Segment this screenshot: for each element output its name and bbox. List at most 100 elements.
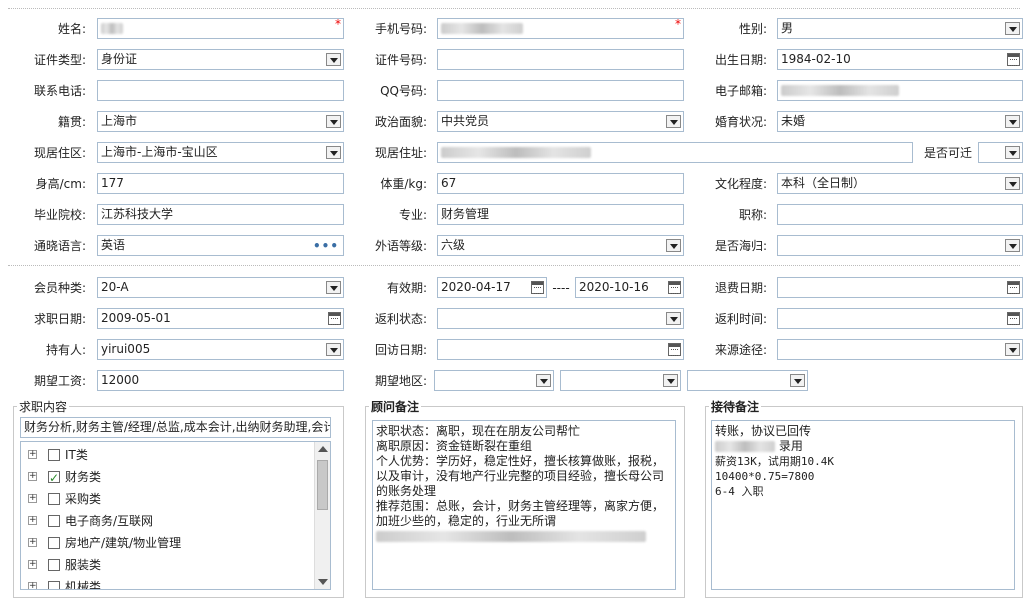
scroll-down-icon[interactable] [318, 579, 328, 585]
valid-from-value: 2020-04-17 [441, 280, 511, 294]
name-field[interactable] [97, 18, 344, 39]
checkbox[interactable] [48, 559, 60, 571]
native-select[interactable]: 上海市 [97, 111, 344, 132]
tree-item-finance[interactable]: + 财务类 [21, 466, 311, 489]
reception-note-line: 6-4 入职 [715, 485, 764, 498]
birth-date-field[interactable]: 1984-02-10 [777, 49, 1023, 70]
rebate-time-field[interactable] [777, 308, 1023, 329]
checkbox[interactable] [48, 449, 60, 461]
refund-date-field[interactable] [777, 277, 1023, 298]
consultant-notes-title: 顾问备注 [369, 398, 422, 415]
source-select[interactable] [777, 339, 1023, 360]
lang-field[interactable]: 英语 ••• [97, 235, 344, 256]
phone-field[interactable] [437, 18, 684, 39]
calendar-icon[interactable] [328, 312, 341, 325]
tree-item-apparel[interactable]: + 服装类 [21, 554, 311, 576]
tree-item-machinery[interactable]: + 机械类 [21, 576, 311, 589]
school-value: 江苏科技大学 [101, 207, 174, 221]
lang-level-select[interactable]: 六级 [437, 235, 684, 256]
checkbox-checked[interactable] [48, 467, 60, 489]
more-options-icon[interactable]: ••• [313, 237, 339, 255]
tree-item-realestate[interactable]: + 房地产/建筑/物业管理 [21, 532, 311, 554]
job-summary-value: 财务分析,财务主管/经理/总监,成本会计,出纳财务助理,会计 [24, 420, 331, 434]
email-field[interactable] [777, 80, 1023, 101]
marital-select[interactable]: 未婚 [777, 111, 1023, 132]
rebate-status-select[interactable] [437, 308, 684, 329]
refund-date-label: 退费日期: [714, 281, 767, 295]
edu-value: 本科（全日制） [781, 176, 866, 190]
reception-note-line: 转账，协议已回传 [715, 424, 812, 438]
holder-value: yirui005 [101, 342, 151, 356]
calendar-icon[interactable] [1007, 281, 1020, 294]
checkbox[interactable] [48, 537, 60, 549]
expand-icon[interactable]: + [28, 582, 37, 589]
contact-field[interactable] [97, 80, 344, 101]
expand-icon[interactable]: + [28, 450, 37, 459]
job-date-field[interactable]: 2009-05-01 [97, 308, 344, 329]
id-type-select[interactable]: 身份证 [97, 49, 344, 70]
reception-note-line: 录用 [715, 439, 1011, 454]
expand-icon[interactable]: + [28, 538, 37, 547]
overseas-label: 是否海归: [714, 239, 767, 253]
basic-info-section [8, 8, 1020, 266]
area-province-select[interactable] [434, 370, 554, 391]
chevron-down-icon [1005, 239, 1020, 252]
height-field[interactable]: 177 [97, 173, 344, 194]
school-label: 毕业院校: [33, 208, 86, 222]
tree-item-label: 财务类 [65, 470, 102, 484]
consultant-notes-textarea[interactable]: 求职状态：离职，现在在朋友公司帮忙 离职原因：资金链断裂在重组 个人优势：学历好，稳… [372, 420, 676, 590]
redacted-name [101, 23, 123, 34]
calendar-icon[interactable] [1007, 53, 1020, 66]
visit-date-field[interactable] [437, 339, 684, 360]
tree-scrollbar[interactable] [314, 442, 330, 589]
chevron-down-icon [326, 53, 341, 66]
valid-from-field[interactable]: 2020-04-17 [437, 277, 547, 298]
birth-label: 出生日期: [714, 53, 767, 67]
tree-item-label: IT类 [65, 448, 88, 462]
address-field[interactable] [437, 142, 913, 163]
expand-icon[interactable]: + [28, 560, 37, 569]
calendar-icon[interactable] [1007, 312, 1020, 325]
member-type-select[interactable]: 20-A [97, 277, 344, 298]
scroll-up-icon[interactable] [318, 446, 328, 452]
job-content-title: 求职内容 [17, 398, 70, 415]
salary-field[interactable]: 12000 [97, 370, 344, 391]
edu-select[interactable]: 本科（全日制） [777, 173, 1023, 194]
migrate-select[interactable] [978, 142, 1023, 163]
weight-field[interactable]: 67 [437, 173, 684, 194]
political-select[interactable]: 中共党员 [437, 111, 684, 132]
school-field[interactable]: 江苏科技大学 [97, 204, 344, 225]
expand-icon[interactable]: + [28, 472, 37, 481]
tree-item-ecommerce[interactable]: + 电子商务/互联网 [21, 510, 311, 532]
calendar-icon[interactable] [668, 281, 681, 294]
calendar-icon[interactable] [668, 343, 681, 356]
tree-item-it[interactable]: + IT类 [21, 444, 311, 466]
holder-select[interactable]: yirui005 [97, 339, 344, 360]
reception-notes-textarea[interactable]: 转账，协议已回传 录用 薪资13K，试用期10.4K 10400*0.75=7800… [711, 420, 1015, 590]
reception-note-line: 薪资13K，试用期10.4K [715, 455, 834, 468]
region-select[interactable]: 上海市-上海市-宝山区 [97, 142, 344, 163]
checkbox[interactable] [48, 515, 60, 527]
title-field[interactable] [777, 204, 1023, 225]
checkbox[interactable] [48, 581, 60, 589]
area-district-select[interactable] [687, 370, 808, 391]
checkbox[interactable] [48, 493, 60, 505]
job-category-tree[interactable]: + IT类 + 财务类 + 采购类 + 电子商务/互联网 + 房地产/建筑/物业管理 + 服… [20, 441, 331, 590]
overseas-select[interactable] [777, 235, 1023, 256]
consultant-note-line: 个人优势：学历好，稳定性好，擅长核算做账，报税，以及审计，没有地产行业完整的项目… [376, 454, 665, 498]
valid-to-field[interactable]: 2020-10-16 [575, 277, 684, 298]
job-summary-field[interactable]: 财务分析,财务主管/经理/总监,成本会计,出纳财务助理,会计 [20, 417, 331, 438]
expand-icon[interactable]: + [28, 516, 37, 525]
expand-icon[interactable]: + [28, 494, 37, 503]
qq-field[interactable] [437, 80, 684, 101]
scroll-thumb[interactable] [317, 460, 328, 510]
area-city-select[interactable] [560, 370, 681, 391]
id-no-field[interactable] [437, 49, 684, 70]
major-field[interactable]: 财务管理 [437, 204, 684, 225]
chevron-down-icon [790, 374, 805, 387]
native-label: 籍贯: [57, 115, 86, 129]
calendar-icon[interactable] [531, 281, 544, 294]
tree-item-purchase[interactable]: + 采购类 [21, 488, 311, 510]
gender-select[interactable]: 男 [777, 18, 1023, 39]
gender-label: 性别: [738, 22, 767, 36]
